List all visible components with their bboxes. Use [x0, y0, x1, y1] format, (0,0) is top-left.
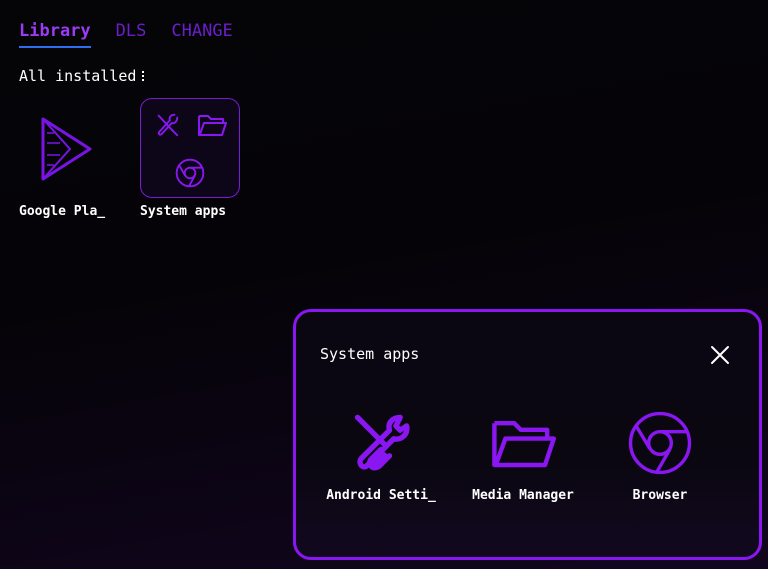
- app-label: Browser: [632, 488, 688, 503]
- app-media-manager[interactable]: Media Manager: [462, 408, 584, 503]
- tools-icon: [153, 111, 181, 143]
- app-label: System apps: [140, 204, 227, 219]
- folder-icon: [462, 408, 584, 478]
- app-label: Media Manager: [472, 488, 574, 503]
- filter-dropdown[interactable]: All installed: [19, 67, 145, 85]
- app-label: Android Setti_: [326, 488, 436, 503]
- tab-dls[interactable]: DLS: [116, 18, 147, 44]
- panel-title: System apps: [320, 345, 420, 363]
- folder-group-icon: [140, 98, 240, 198]
- close-icon[interactable]: [709, 344, 731, 366]
- play-store-icon: [15, 98, 115, 198]
- folder-popup-panel: System apps Android Setti_ Media Manager: [293, 309, 762, 560]
- tab-library[interactable]: Library: [19, 18, 91, 48]
- tools-icon: [320, 408, 442, 478]
- filter-label: All installed: [19, 67, 137, 85]
- folder-icon: [197, 113, 227, 141]
- chrome-icon: [604, 408, 716, 478]
- app-label: Google Pla_: [19, 204, 106, 219]
- tab-bar: Library DLS CHANGE: [19, 18, 258, 48]
- app-google-play[interactable]: Google Pla_: [15, 98, 125, 219]
- tab-change[interactable]: CHANGE: [171, 18, 232, 44]
- more-options-icon[interactable]: [142, 71, 145, 81]
- app-browser[interactable]: Browser: [604, 408, 716, 503]
- app-system-apps-folder[interactable]: System apps: [140, 98, 250, 219]
- app-android-settings[interactable]: Android Setti_: [320, 408, 442, 503]
- chrome-icon: [174, 157, 206, 193]
